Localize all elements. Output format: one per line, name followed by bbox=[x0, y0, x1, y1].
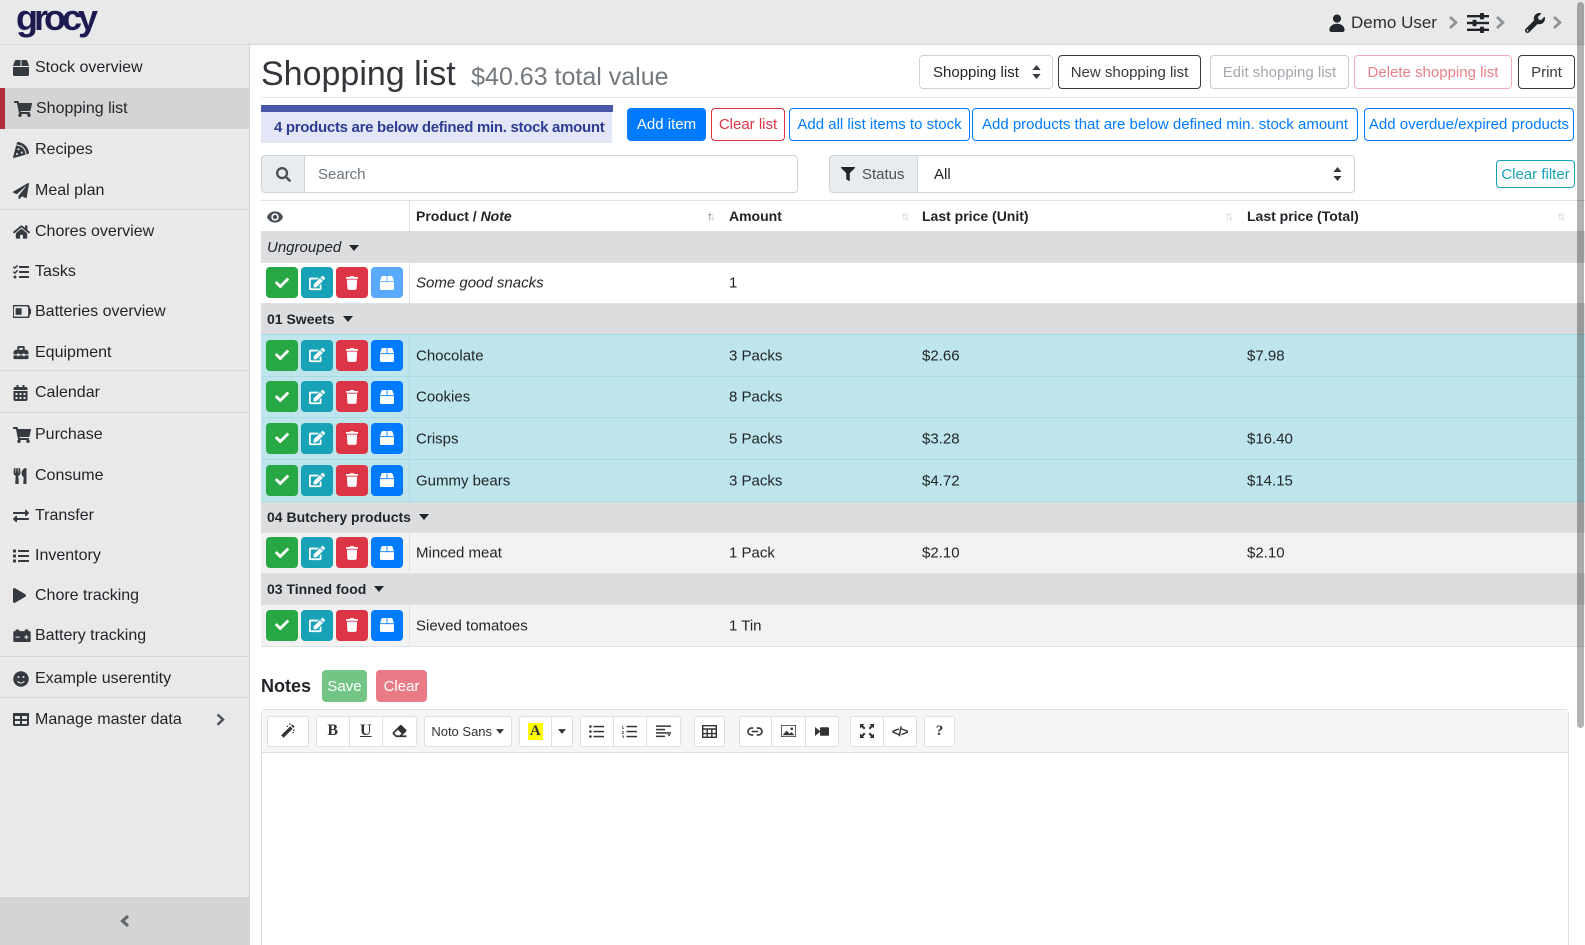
svg-text:3: 3 bbox=[622, 734, 625, 738]
